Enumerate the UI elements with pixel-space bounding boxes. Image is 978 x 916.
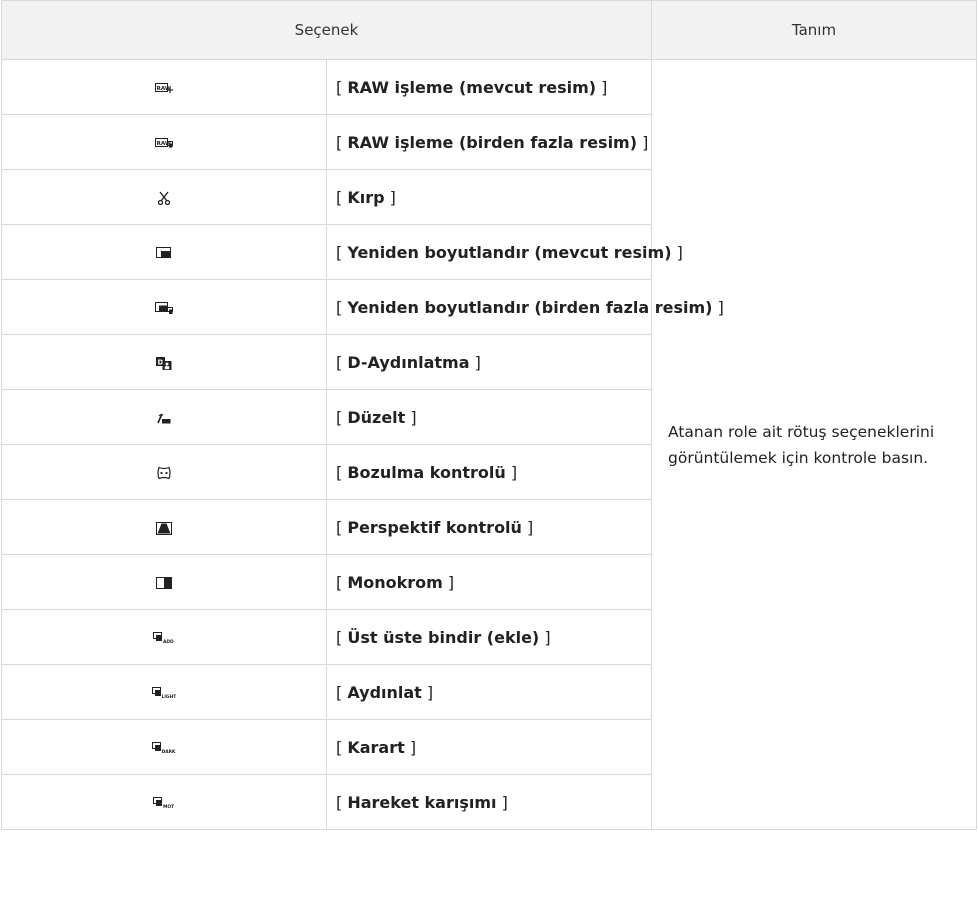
scissors-crop-icon — [157, 191, 171, 205]
option-label: Yeniden boyutlandır (mevcut resim) — [347, 242, 672, 262]
raw-processing-multiple-icon: RAW — [155, 137, 173, 149]
straighten-icon — [157, 412, 171, 424]
column-header-description: Tanım — [651, 0, 977, 60]
svg-text:DARK: DARK — [162, 749, 176, 754]
option-label: Aydınlat — [347, 682, 422, 702]
option-label: RAW işleme (birden fazla resim) — [347, 132, 638, 152]
svg-text:MOT: MOT — [163, 804, 174, 809]
option-label: Kırp — [347, 187, 385, 207]
resize-current-icon — [156, 247, 172, 259]
monochrome-icon — [156, 577, 172, 589]
distortion-control-icon — [156, 466, 172, 480]
option-label: Yeniden boyutlandır (birden fazla resim) — [347, 297, 713, 317]
overlay-darken-icon: DARK — [152, 742, 176, 754]
option-label: Hareket karışımı — [347, 792, 497, 812]
option-label: Monokrom — [347, 572, 443, 592]
svg-text:RAW: RAW — [157, 86, 171, 92]
table-header-row: Seçenek Tanım — [1, 0, 977, 60]
raw-processing-current-icon: RAW — [155, 82, 173, 94]
option-label: Bozulma kontrolü — [347, 462, 506, 482]
overlay-add-icon: ADD — [153, 632, 175, 644]
option-label: D-Aydınlatma — [347, 352, 470, 372]
svg-text:ADD: ADD — [163, 639, 174, 644]
description-text: Atanan role ait rötuş seçeneklerini görü… — [651, 59, 977, 830]
motion-blend-icon: MOT — [153, 797, 175, 809]
perspective-control-icon — [156, 521, 172, 535]
options-table: Seçenek Tanım RAW [ RAW işleme (mevcut r… — [1, 0, 977, 830]
overlay-lighten-icon: LIGHT — [152, 687, 176, 699]
option-label: Üst üste bindir (ekle) — [347, 627, 540, 647]
resize-multiple-icon — [155, 301, 173, 315]
d-lighting-icon: D — [156, 356, 172, 370]
option-label: Düzelt — [347, 407, 406, 427]
column-header-option: Seçenek — [1, 0, 652, 60]
table-row: RAW [ RAW işleme (mevcut resim) ] Atanan… — [1, 59, 977, 830]
svg-text:LIGHT: LIGHT — [162, 694, 176, 699]
option-label: RAW işleme (mevcut resim) — [347, 77, 597, 97]
option-label: Karart — [347, 737, 405, 757]
option-label: Perspektif kontrolü — [347, 517, 522, 537]
